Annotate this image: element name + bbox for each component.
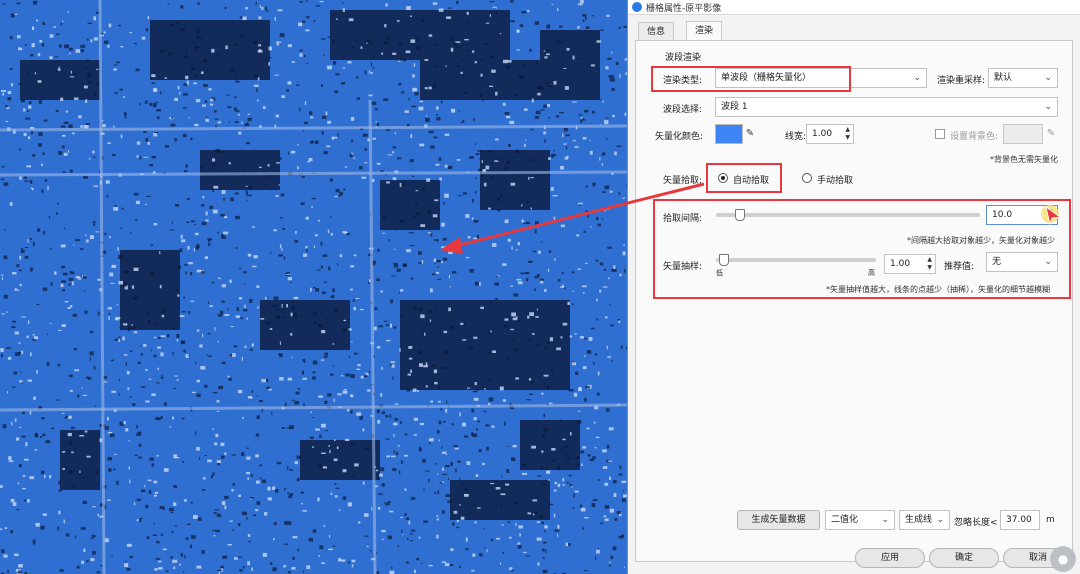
chevron-down-icon: ⌄ [881, 515, 889, 525]
raster-map-view[interactable] [0, 0, 630, 574]
chevron-down-icon: ⌄ [936, 515, 944, 525]
manual-pick-radio[interactable] [802, 173, 812, 183]
tab-info[interactable]: 信息 [638, 22, 675, 40]
ignore-length-value: 37.00 [1006, 515, 1032, 525]
manual-pick-label[interactable]: 手动拾取 [817, 173, 853, 186]
raster-image [0, 0, 630, 574]
highlight-render-type [651, 66, 851, 92]
band-value: 波段 1 [721, 102, 748, 112]
band-select[interactable]: 波段 1 ⌄ [715, 97, 1058, 117]
ignore-length-label: 忽略长度< [954, 518, 998, 528]
vector-color-label: 矢量化颜色: [655, 132, 704, 142]
background-note: *背景色无需矢量化 [990, 155, 1058, 164]
eyedropper-icon: ✎ [1046, 128, 1056, 139]
apply-button[interactable]: 应用 [855, 548, 925, 568]
resample-select[interactable]: 默认 ⌄ [988, 68, 1058, 88]
gen-line-value: 生成线 [905, 515, 933, 525]
resample-label: 渲染重采样: [937, 76, 986, 86]
background-color-swatch [1003, 124, 1043, 144]
band-label: 波段选择: [663, 105, 703, 115]
line-width-spinbox[interactable]: 1.00 ▲ ▼ [806, 124, 854, 144]
app-icon [632, 2, 642, 12]
dialog-titlebar[interactable]: 栅格属性-原平影像 [628, 0, 1080, 15]
highlight-auto-pick [706, 163, 782, 193]
background-checkbox[interactable] [935, 129, 945, 139]
unit-label: m [1046, 515, 1055, 525]
chevron-down-icon: ⌄ [913, 73, 921, 83]
vector-color-swatch[interactable] [715, 124, 743, 144]
section-title: 波段渲染 [665, 53, 702, 63]
chevron-down-icon: ⌄ [1044, 102, 1052, 112]
eyedropper-icon[interactable]: ✎ [743, 124, 757, 144]
generate-vector-button[interactable]: 生成矢量数据 [737, 510, 820, 530]
line-width-label: 线宽: [785, 132, 807, 142]
resample-value: 默认 [994, 73, 1013, 83]
gen-line-select[interactable]: 生成线 ⌄ [899, 510, 950, 530]
microphone-icon[interactable]: ● [1050, 546, 1076, 572]
spin-arrows-icon[interactable]: ▲ ▼ [845, 126, 850, 142]
render-pane [635, 40, 1073, 562]
binarize-value: 二值化 [831, 515, 859, 525]
highlight-parameters [653, 199, 1071, 299]
ok-button[interactable]: 确定 [929, 548, 999, 568]
tab-render[interactable]: 渲染 [686, 21, 723, 41]
line-width-value: 1.00 [812, 129, 833, 139]
ignore-length-input[interactable]: 37.00 [1000, 510, 1040, 530]
vector-pick-label: 矢量拾取: [663, 176, 703, 186]
binarize-select[interactable]: 二值化 ⌄ [825, 510, 895, 530]
chevron-down-icon: ⌄ [1044, 73, 1052, 83]
background-label: 设置背景色: [950, 132, 999, 142]
dialog-title: 栅格属性-原平影像 [646, 4, 722, 14]
